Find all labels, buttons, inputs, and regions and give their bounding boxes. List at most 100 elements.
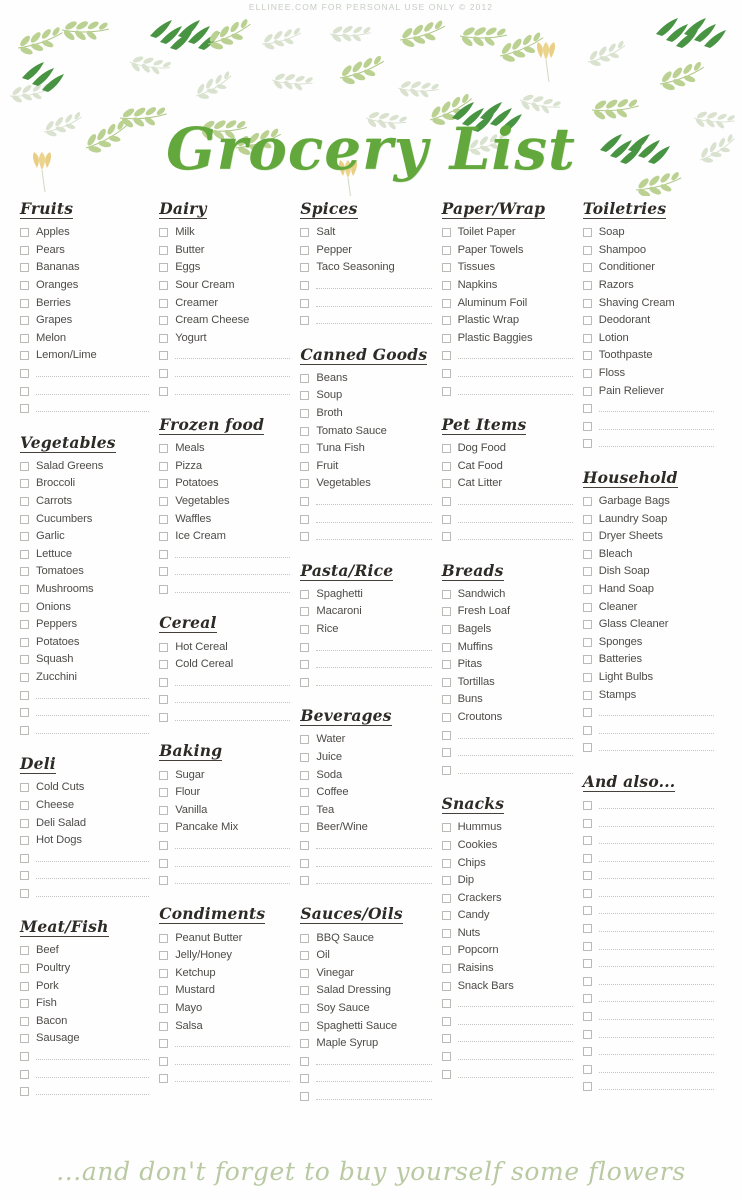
checklist-item[interactable]: Soup (300, 387, 435, 405)
checkbox-icon[interactable] (582, 800, 592, 810)
checkbox-icon[interactable] (300, 986, 310, 996)
checkbox-icon[interactable] (159, 642, 169, 652)
checkbox-icon[interactable] (159, 876, 169, 886)
checklist-item[interactable]: Tea (300, 801, 435, 819)
checklist-item[interactable]: Popcorn (441, 942, 577, 960)
checklist-blank-item[interactable] (582, 435, 718, 453)
checklist-item[interactable]: Tuna Fish (300, 440, 435, 458)
checklist-item[interactable]: Shaving Cream (582, 294, 718, 312)
checkbox-icon[interactable] (300, 316, 310, 326)
checkbox-icon[interactable] (582, 1047, 592, 1057)
checklist-blank-item[interactable] (582, 1061, 718, 1079)
write-in-line[interactable] (457, 772, 573, 774)
checkbox-icon[interactable] (300, 497, 310, 507)
write-in-line[interactable] (175, 719, 291, 721)
checkbox-icon[interactable] (300, 1056, 310, 1066)
checklist-item[interactable]: Chips (441, 854, 577, 872)
checklist-item[interactable]: Onions (20, 598, 153, 616)
checklist-item[interactable]: Paper Towels (441, 242, 577, 260)
checklist-item[interactable]: Tomato Sauce (300, 422, 435, 440)
checkbox-icon[interactable] (300, 805, 310, 815)
write-in-line[interactable] (457, 376, 573, 378)
checkbox-icon[interactable] (441, 479, 451, 489)
checklist-item[interactable]: Soda (300, 766, 435, 784)
checklist-blank-item[interactable] (441, 347, 577, 365)
checklist-item[interactable]: Napkins (441, 277, 577, 295)
checklist-item[interactable]: Tortillas (441, 673, 577, 691)
checkbox-icon[interactable] (20, 1069, 29, 1079)
checkbox-icon[interactable] (300, 479, 310, 489)
write-in-line[interactable] (598, 411, 714, 413)
checkbox-icon[interactable] (20, 818, 29, 828)
write-in-line[interactable] (316, 649, 432, 651)
checkbox-icon[interactable] (159, 514, 169, 524)
checkbox-icon[interactable] (300, 589, 310, 599)
checkbox-icon[interactable] (159, 858, 169, 868)
checklist-item[interactable]: Floss (582, 365, 718, 383)
checklist-item[interactable]: Light Bulbs (582, 669, 718, 687)
checkbox-icon[interactable] (20, 245, 29, 255)
checklist-item[interactable]: Cream Cheese (159, 312, 294, 330)
checkbox-icon[interactable] (441, 823, 451, 833)
checklist-item[interactable]: Salad Greens (20, 458, 153, 476)
checkbox-icon[interactable] (159, 228, 169, 238)
checklist-blank-item[interactable] (300, 1070, 435, 1088)
write-in-line[interactable] (175, 591, 291, 593)
checklist-blank-item[interactable] (582, 902, 718, 920)
checklist-item[interactable]: Vinegar (300, 965, 435, 983)
checklist-blank-item[interactable] (300, 656, 435, 674)
checklist-blank-item[interactable] (582, 973, 718, 991)
checkbox-icon[interactable] (582, 637, 592, 647)
write-in-line[interactable] (175, 556, 291, 558)
checkbox-icon[interactable] (582, 421, 592, 431)
write-in-line[interactable] (316, 504, 432, 506)
checkbox-icon[interactable] (159, 386, 169, 396)
checklist-item[interactable]: Beer/Wine (300, 819, 435, 837)
checkbox-icon[interactable] (300, 263, 310, 273)
checkbox-icon[interactable] (20, 263, 29, 273)
checklist-item[interactable]: Mayo (159, 1000, 294, 1018)
checklist-blank-item[interactable] (159, 581, 294, 599)
checklist-blank-item[interactable] (300, 1053, 435, 1071)
checklist-item[interactable]: Bananas (20, 259, 153, 277)
write-in-line[interactable] (457, 521, 573, 523)
checkbox-icon[interactable] (300, 1092, 310, 1102)
checklist-item[interactable]: Plastic Baggies (441, 330, 577, 348)
write-in-line[interactable] (175, 358, 291, 360)
checkbox-icon[interactable] (159, 351, 169, 361)
checkbox-icon[interactable] (441, 369, 451, 379)
checkbox-icon[interactable] (582, 1064, 592, 1074)
checkbox-icon[interactable] (582, 263, 592, 273)
checkbox-icon[interactable] (300, 752, 310, 762)
checklist-blank-item[interactable] (582, 832, 718, 850)
checkbox-icon[interactable] (300, 1039, 310, 1049)
checklist-item[interactable]: Vegetables (300, 475, 435, 493)
checklist-item[interactable]: Dish Soap (582, 563, 718, 581)
checkbox-icon[interactable] (159, 584, 169, 594)
checkbox-icon[interactable] (20, 386, 29, 396)
checklist-blank-item[interactable] (300, 638, 435, 656)
checkbox-icon[interactable] (441, 245, 451, 255)
checkbox-icon[interactable] (20, 461, 29, 471)
checkbox-icon[interactable] (582, 708, 592, 718)
write-in-line[interactable] (316, 1099, 432, 1101)
checklist-blank-item[interactable] (582, 1078, 718, 1096)
checkbox-icon[interactable] (300, 1074, 310, 1084)
checkbox-icon[interactable] (582, 941, 592, 951)
checklist-blank-item[interactable] (20, 400, 153, 418)
checklist-item[interactable]: Rice (300, 621, 435, 639)
checklist-item[interactable]: Grapes (20, 312, 153, 330)
checklist-item[interactable]: Pitas (441, 656, 577, 674)
write-in-line[interactable] (316, 1081, 432, 1083)
checklist-blank-item[interactable] (300, 1088, 435, 1106)
checkbox-icon[interactable] (441, 964, 451, 974)
checklist-item[interactable]: Broccoli (20, 475, 153, 493)
checklist-item[interactable]: Pizza (159, 458, 294, 476)
checklist-item[interactable]: Stamps (582, 686, 718, 704)
checklist-blank-item[interactable] (582, 418, 718, 436)
checklist-item[interactable]: Waffles (159, 510, 294, 528)
checkbox-icon[interactable] (300, 788, 310, 798)
checkbox-icon[interactable] (582, 1082, 592, 1092)
checkbox-icon[interactable] (441, 1069, 451, 1079)
checklist-item[interactable]: Garlic (20, 528, 153, 546)
